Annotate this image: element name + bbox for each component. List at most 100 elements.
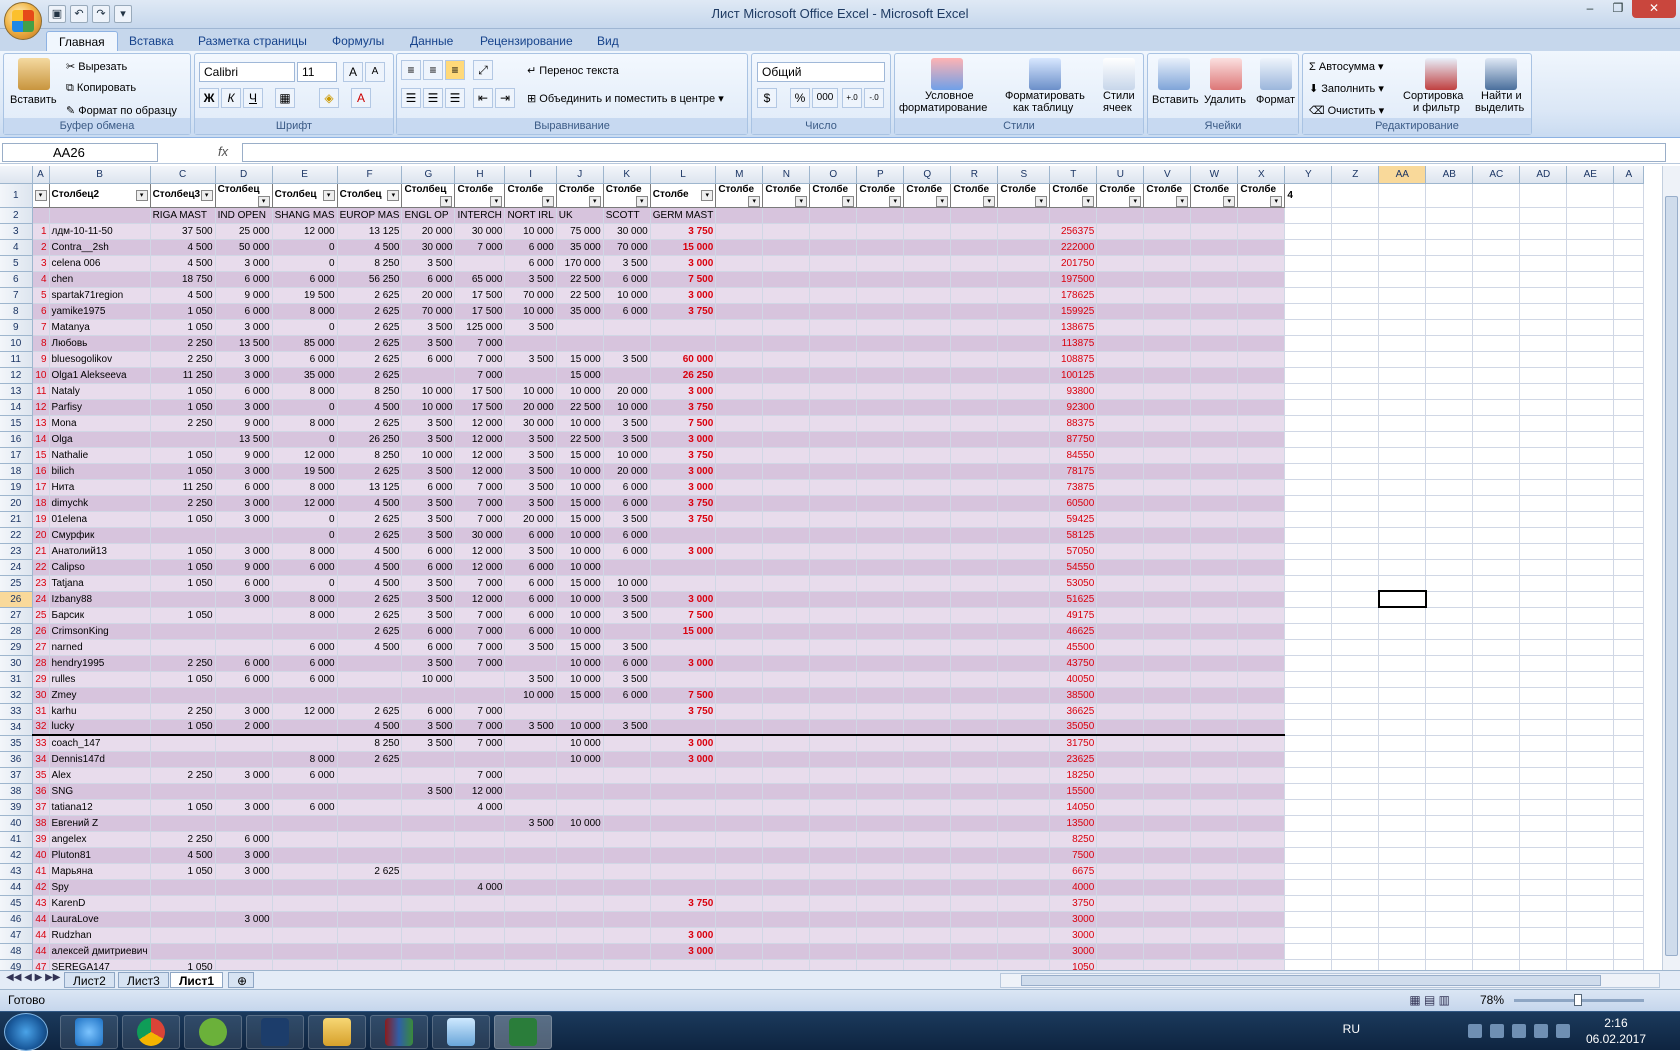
data-cell[interactable] xyxy=(603,623,651,640)
empty-cell[interactable] xyxy=(1096,687,1145,704)
empty-cell[interactable] xyxy=(1472,527,1521,544)
empty-cell[interactable] xyxy=(762,495,811,512)
data-cell[interactable] xyxy=(650,671,717,688)
subheader-cell[interactable]: INTERCH xyxy=(454,207,506,224)
empty-cell[interactable] xyxy=(903,335,952,352)
empty-cell[interactable] xyxy=(1284,703,1333,720)
empty-cell[interactable] xyxy=(715,863,764,880)
empty-cell[interactable] xyxy=(715,415,764,432)
data-cell[interactable] xyxy=(504,895,557,912)
data-cell[interactable] xyxy=(504,767,557,784)
empty-cell[interactable] xyxy=(997,399,1051,416)
empty-cell[interactable] xyxy=(903,623,952,640)
empty-cell[interactable] xyxy=(1613,847,1645,864)
data-cell[interactable] xyxy=(401,831,456,848)
empty-cell[interactable] xyxy=(1519,447,1568,464)
data-cell[interactable]: 7 000 xyxy=(454,639,506,656)
empty-cell[interactable] xyxy=(1425,383,1474,400)
empty-cell[interactable] xyxy=(997,607,1051,624)
data-cell[interactable] xyxy=(556,703,604,720)
data-cell[interactable]: 60 000 xyxy=(650,351,717,368)
empty-cell[interactable] xyxy=(1237,399,1286,416)
language-indicator[interactable]: RU xyxy=(1343,1022,1360,1036)
empty-cell[interactable] xyxy=(1331,703,1380,720)
data-cell[interactable] xyxy=(556,895,604,912)
empty-cell[interactable] xyxy=(1284,927,1333,944)
empty-cell[interactable] xyxy=(1143,367,1192,384)
empty-cell[interactable] xyxy=(1519,271,1568,288)
empty-cell[interactable] xyxy=(856,527,905,544)
empty-cell[interactable] xyxy=(1472,319,1521,336)
empty-cell[interactable] xyxy=(1190,959,1239,970)
empty-cell[interactable] xyxy=(1237,815,1286,832)
data-cell[interactable]: 6 000 xyxy=(272,655,338,672)
data-cell[interactable]: 4 xyxy=(32,271,50,288)
column-header[interactable]: M xyxy=(715,166,764,184)
data-cell[interactable]: 10 000 xyxy=(556,735,604,752)
filter-dropdown-icon[interactable]: ▾ xyxy=(701,190,714,201)
data-cell[interactable]: 3 000 xyxy=(650,591,717,608)
empty-cell[interactable] xyxy=(903,847,952,864)
empty-cell[interactable] xyxy=(762,639,811,656)
empty-cell[interactable] xyxy=(1331,751,1380,768)
empty-cell[interactable] xyxy=(1190,623,1239,640)
data-cell[interactable]: 10 000 xyxy=(556,719,604,736)
empty-cell[interactable] xyxy=(856,767,905,784)
player-name-cell[interactable]: Tatjana xyxy=(49,575,151,592)
empty-cell[interactable] xyxy=(762,703,811,720)
data-cell[interactable]: 20 000 xyxy=(603,463,651,480)
header-cell[interactable]: Столбе ▾ xyxy=(1237,182,1286,208)
tab-home[interactable]: Главная xyxy=(46,31,118,51)
data-cell[interactable]: 3 500 xyxy=(603,607,651,624)
empty-cell[interactable] xyxy=(1237,383,1286,400)
data-cell[interactable]: 30 000 xyxy=(454,223,506,240)
empty-cell[interactable] xyxy=(762,815,811,832)
data-cell[interactable]: 6 000 xyxy=(603,543,651,560)
empty-cell[interactable] xyxy=(1143,735,1192,752)
empty-cell[interactable] xyxy=(1472,783,1521,800)
data-cell[interactable]: 26 250 xyxy=(337,431,403,448)
empty-cell[interactable] xyxy=(1425,719,1474,736)
empty-cell[interactable] xyxy=(1566,479,1615,496)
empty-cell[interactable] xyxy=(1378,463,1427,480)
data-cell[interactable]: 7 000 xyxy=(454,335,506,352)
empty-cell[interactable] xyxy=(1331,639,1380,656)
data-cell[interactable]: 7 000 xyxy=(454,607,506,624)
data-cell[interactable]: 7 500 xyxy=(650,687,717,704)
column-header[interactable]: D xyxy=(215,166,273,184)
data-cell[interactable]: 12 000 xyxy=(454,591,506,608)
empty-cell[interactable] xyxy=(997,799,1051,816)
data-cell[interactable]: 3 500 xyxy=(401,607,456,624)
data-cell[interactable] xyxy=(215,959,273,970)
format-cells-button[interactable]: Формат xyxy=(1256,94,1295,106)
empty-cell[interactable] xyxy=(1613,367,1645,384)
data-cell[interactable]: 4 000 xyxy=(454,799,506,816)
empty-cell[interactable] xyxy=(1096,287,1145,304)
empty-cell[interactable] xyxy=(715,495,764,512)
empty-cell[interactable] xyxy=(1237,511,1286,528)
empty-cell[interactable] xyxy=(1566,831,1615,848)
data-cell[interactable] xyxy=(504,831,557,848)
data-cell[interactable] xyxy=(603,943,651,960)
empty-cell[interactable] xyxy=(1613,447,1645,464)
data-cell[interactable]: 6 000 xyxy=(272,351,338,368)
empty-cell[interactable] xyxy=(997,591,1051,608)
total-cell[interactable]: 3000 xyxy=(1049,927,1098,944)
empty-cell[interactable] xyxy=(1566,815,1615,832)
data-cell[interactable]: 13 125 xyxy=(337,479,403,496)
empty-cell[interactable] xyxy=(1284,783,1333,800)
empty-cell[interactable] xyxy=(1378,271,1427,288)
empty-cell[interactable] xyxy=(762,511,811,528)
data-cell[interactable]: 3 750 xyxy=(650,511,717,528)
data-cell[interactable] xyxy=(215,783,273,800)
empty-cell[interactable] xyxy=(1237,287,1286,304)
data-cell[interactable]: 10 000 xyxy=(556,415,604,432)
data-cell[interactable]: 10 000 xyxy=(504,223,557,240)
empty-cell[interactable] xyxy=(1143,927,1192,944)
data-cell[interactable]: 6 000 xyxy=(603,271,651,288)
empty-cell[interactable] xyxy=(950,879,999,896)
header-cell[interactable]: Столбе ▾ xyxy=(1049,182,1098,208)
empty-cell[interactable] xyxy=(1613,303,1645,320)
empty-cell[interactable] xyxy=(1331,863,1380,880)
data-cell[interactable] xyxy=(150,639,216,656)
